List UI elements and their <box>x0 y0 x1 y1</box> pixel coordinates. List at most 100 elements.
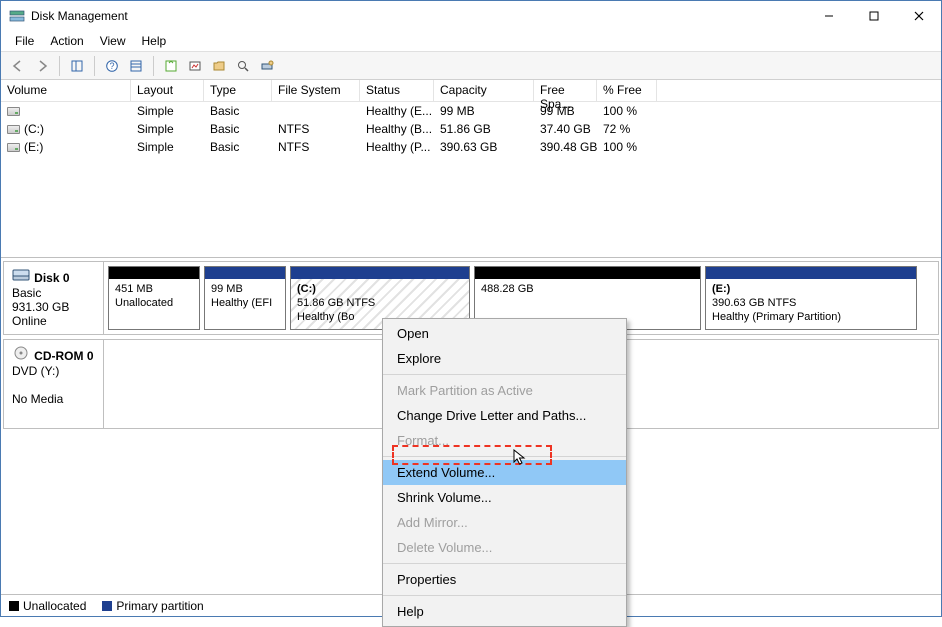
maximize-button[interactable] <box>851 1 896 31</box>
col-header-fs[interactable]: File System <box>272 80 360 101</box>
partition[interactable]: 451 MBUnallocated <box>108 266 200 330</box>
partition-label: (E:)390.63 GB NTFSHealthy (Primary Parti… <box>706 279 916 328</box>
partition-label: 488.28 GB <box>475 279 700 301</box>
view-settings-button[interactable] <box>125 55 147 77</box>
forward-button[interactable] <box>31 55 53 77</box>
volume-free: 37.40 GB <box>534 120 597 138</box>
partition-stripe <box>205 267 285 279</box>
col-header-status[interactable]: Status <box>360 80 434 101</box>
cdrom-sub: DVD (Y:) <box>12 364 59 378</box>
volume-capacity: 99 MB <box>434 102 534 120</box>
cdrom-status: No Media <box>12 392 63 406</box>
partition-label: 451 MBUnallocated <box>109 279 199 315</box>
volume-type: Basic <box>204 138 272 156</box>
legend-primary: Primary partition <box>102 599 203 613</box>
disk-name: Disk 0 <box>34 271 69 285</box>
disk-status: Online <box>12 314 47 328</box>
volume-type: Basic <box>204 102 272 120</box>
col-header-layout[interactable]: Layout <box>131 80 204 101</box>
col-header-pfree[interactable]: % Free <box>597 80 657 101</box>
drive-icon <box>7 143 20 152</box>
partition-stripe <box>109 267 199 279</box>
volume-name: (C:) <box>24 122 44 136</box>
volume-pfree: 72 % <box>597 120 657 138</box>
menu-help[interactable]: Help <box>134 32 175 50</box>
show-hide-tree-button[interactable] <box>66 55 88 77</box>
volume-capacity: 51.86 GB <box>434 120 534 138</box>
volume-free: 99 MB <box>534 102 597 120</box>
toolbar-separator <box>59 56 60 76</box>
partition-label: 99 MBHealthy (EFI <box>205 279 285 315</box>
toolbar-separator <box>94 56 95 76</box>
window-title: Disk Management <box>31 9 806 23</box>
col-header-type[interactable]: Type <box>204 80 272 101</box>
close-button[interactable] <box>896 1 941 31</box>
svg-text:?: ? <box>109 61 114 71</box>
col-header-volume[interactable]: Volume <box>1 80 131 101</box>
drive-icon <box>7 107 20 116</box>
menu-explore[interactable]: Explore <box>383 346 626 371</box>
menu-properties[interactable]: Properties <box>383 567 626 592</box>
col-header-free[interactable]: Free Spa... <box>534 80 597 101</box>
menu-open[interactable]: Open <box>383 321 626 346</box>
volume-row[interactable]: (E:) SimpleBasicNTFSHealthy (P...390.63 G… <box>1 138 941 156</box>
volume-row[interactable]: (C:)SimpleBasicNTFSHealthy (B...51.86 GB… <box>1 120 941 138</box>
properties-icon[interactable] <box>232 55 254 77</box>
cdrom-icon <box>12 347 34 364</box>
volume-type: Basic <box>204 120 272 138</box>
cdrom-name: CD-ROM 0 <box>34 349 93 363</box>
col-header-capacity[interactable]: Capacity <box>434 80 534 101</box>
menu-delete-volume: Delete Volume... <box>383 535 626 560</box>
back-button[interactable] <box>7 55 29 77</box>
disk-size: 931.30 GB <box>12 300 69 314</box>
disk-settings-icon[interactable] <box>256 55 278 77</box>
disk-type: Basic <box>12 286 41 300</box>
volume-pfree: 100 % <box>597 102 657 120</box>
menu-format: Format... <box>383 428 626 453</box>
volume-layout: Simple <box>131 102 204 120</box>
menu-file[interactable]: File <box>7 32 42 50</box>
rescan-button[interactable] <box>184 55 206 77</box>
volume-list-header: Volume Layout Type File System Status Ca… <box>1 80 941 102</box>
cdrom-label: CD-ROM 0 DVD (Y:) No Media <box>4 340 104 428</box>
partition-stripe <box>706 267 916 279</box>
menu-mark-active: Mark Partition as Active <box>383 378 626 403</box>
refresh-button[interactable] <box>160 55 182 77</box>
toolbar-separator <box>153 56 154 76</box>
disk-0-label: Disk 0 Basic 931.30 GB Online <box>4 262 104 334</box>
titlebar: Disk Management <box>1 1 941 31</box>
minimize-button[interactable] <box>806 1 851 31</box>
window-controls <box>806 1 941 31</box>
volume-status: Healthy (P... <box>360 138 434 156</box>
open-folder-icon[interactable] <box>208 55 230 77</box>
menu-help[interactable]: Help <box>383 599 626 624</box>
menubar: File Action View Help <box>1 31 941 52</box>
volume-fs: NTFS <box>272 120 360 138</box>
legend-unallocated: Unallocated <box>9 599 86 613</box>
volume-list: Volume Layout Type File System Status Ca… <box>1 80 941 258</box>
volume-free: 390.48 GB <box>534 138 597 156</box>
app-icon <box>9 8 25 24</box>
volume-fs: NTFS <box>272 138 360 156</box>
drive-icon <box>7 125 20 134</box>
menu-add-mirror: Add Mirror... <box>383 510 626 535</box>
menu-shrink-volume[interactable]: Shrink Volume... <box>383 485 626 510</box>
volume-name: (E:) <box>24 140 43 154</box>
menu-view[interactable]: View <box>92 32 134 50</box>
volume-pfree: 100 % <box>597 138 657 156</box>
context-menu: Open Explore Mark Partition as Active Ch… <box>382 318 627 627</box>
menu-action[interactable]: Action <box>42 32 91 50</box>
volume-status: Healthy (E... <box>360 102 434 120</box>
volume-fs <box>272 102 360 120</box>
volume-row[interactable]: SimpleBasicHealthy (E...99 MB99 MB100 % <box>1 102 941 120</box>
partition[interactable]: 99 MBHealthy (EFI <box>204 266 286 330</box>
partition[interactable]: (E:)390.63 GB NTFSHealthy (Primary Parti… <box>705 266 917 330</box>
menu-extend-volume[interactable]: Extend Volume... <box>383 460 626 485</box>
toolbar: ? <box>1 52 941 80</box>
volume-layout: Simple <box>131 120 204 138</box>
volume-capacity: 390.63 GB <box>434 138 534 156</box>
disk-icon <box>12 269 34 286</box>
help-button[interactable]: ? <box>101 55 123 77</box>
volume-layout: Simple <box>131 138 204 156</box>
menu-change-letter[interactable]: Change Drive Letter and Paths... <box>383 403 626 428</box>
